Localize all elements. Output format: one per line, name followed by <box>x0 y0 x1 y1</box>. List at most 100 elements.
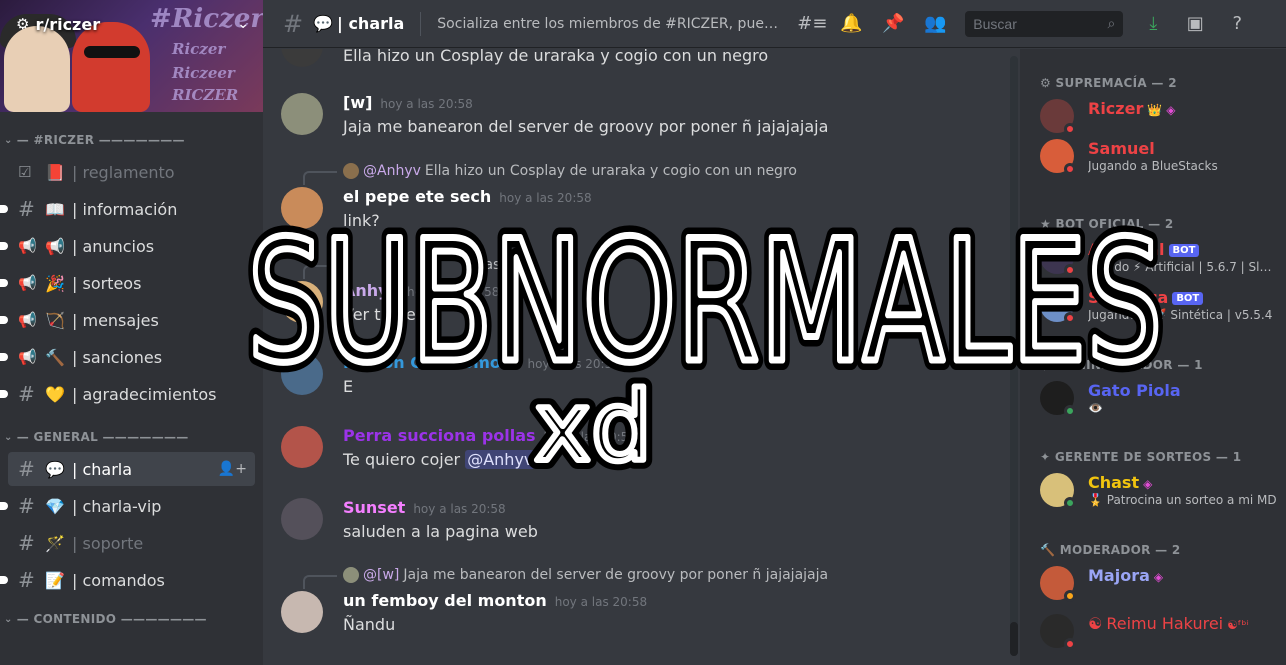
member-item[interactable]: Artificial BOT Viendo ⚡ Artificial | 5.6.… <box>1040 236 1280 280</box>
channel-charla-vip[interactable]: # 💎 | charla-vip <box>0 489 255 523</box>
message-list: Ella hizo un Cosplay de uraraka y cogio … <box>263 49 1020 665</box>
member-list-icon[interactable]: 👥 <box>923 13 947 34</box>
dnd-status-icon <box>1064 163 1076 175</box>
download-icon[interactable]: ⤓ <box>1141 13 1165 34</box>
help-icon[interactable]: ? <box>1225 13 1249 34</box>
search-input[interactable] <box>973 15 1094 32</box>
member-item[interactable]: ☯ Reimu Hakurei ☯ᶠᵇⁱ <box>1040 610 1280 654</box>
search-box[interactable]: ⌕ <box>965 10 1124 37</box>
reply-avatar <box>343 567 359 583</box>
message-body: E <box>343 377 354 396</box>
channel-topic[interactable]: Socializa entre los miembros de #RICZER,… <box>437 16 779 32</box>
reply-preview[interactable]: @Anhyv Ella hizo un Cosplay de uraraka y… <box>303 163 797 185</box>
server-name: r/riczer <box>35 14 101 34</box>
avatar[interactable] <box>281 49 323 67</box>
reply-preview[interactable]: Q asp <box>303 257 509 279</box>
author-name[interactable]: [w] <box>343 93 372 112</box>
author-name[interactable]: Anhyv <box>343 281 399 300</box>
channel-sorteos[interactable]: 📢 🎉 | sorteos <box>0 266 255 300</box>
member-item[interactable]: Riczer 👑 ◈ <box>1040 95 1280 139</box>
channel-label: | mensajes <box>72 310 159 330</box>
channel-label: | sanciones <box>72 347 163 367</box>
avatar[interactable] <box>281 498 323 540</box>
channel-label: | agradecimientos <box>72 384 217 404</box>
channel-reglamento[interactable]: ☑ 📕 | reglamento <box>8 155 255 189</box>
channel-agradecimientos[interactable]: # 💛 | agradecimientos <box>0 377 255 411</box>
member-name: Majora ◈ <box>1088 566 1164 585</box>
category-general[interactable]: ⌄ — GENERAL ——————— <box>0 425 263 449</box>
avatar[interactable] <box>281 591 323 633</box>
member-item[interactable]: Samuel Jugando a BlueStacks <box>1040 135 1280 179</box>
member-item[interactable]: Majora ◈ <box>1040 562 1280 606</box>
hash-icon: # <box>18 531 35 555</box>
user-mention[interactable]: @Anhyv <box>465 450 536 469</box>
nitro-boost-icon: ◈ <box>1143 477 1153 491</box>
role-header: ◆ ADMINISTRADOR — 1 <box>1040 358 1203 372</box>
category-contenido[interactable]: ⌄ — CONTENIDO ——————— <box>0 607 263 631</box>
hash-icon: # <box>283 9 304 38</box>
message-scrollbar[interactable] <box>1010 56 1018 656</box>
member-item[interactable]: Chast ◈ 🎖️ Patrocina un sorteo a mi MD <box>1040 469 1280 513</box>
scrollbar-thumb[interactable] <box>1010 622 1018 656</box>
role-header: ★ BOT OFICIAL — 2 <box>1040 217 1174 231</box>
nitro-boost-icon: ◈ <box>1153 570 1164 584</box>
message-body: link? <box>343 211 380 230</box>
online-status-icon <box>1064 405 1076 417</box>
channel-charla[interactable]: # 💬 | charla 👤+ <box>8 452 255 486</box>
avatar[interactable] <box>281 93 323 135</box>
avatar[interactable] <box>281 187 323 229</box>
reply-preview[interactable]: @[w] Jaja me banearon del server de groo… <box>303 567 829 589</box>
bot-tag: BOT <box>1172 292 1204 305</box>
channel-sanciones[interactable]: 📢 🔨 | sanciones <box>0 340 255 374</box>
threads-icon[interactable]: #≡ <box>797 13 827 34</box>
channel-soporte[interactable]: # 🪄 | soporte <box>8 526 255 560</box>
avatar[interactable] <box>281 353 323 395</box>
message-body: Te quiero cojer @Anhyv <box>343 450 536 469</box>
channel-informacion[interactable]: # 📖 | información <box>0 192 255 226</box>
reply-text: Jaja me banearon del server de groovy po… <box>403 567 829 583</box>
author-name[interactable]: un femboy del monton <box>343 591 547 610</box>
unread-dot <box>0 205 8 213</box>
member-activity: 👁️ <box>1088 401 1103 415</box>
crown-icon: 👑 <box>1147 103 1163 117</box>
unread-dot <box>0 316 8 324</box>
chevron-down-icon[interactable]: ⌄ <box>237 16 249 32</box>
unread-dot <box>0 576 8 584</box>
invite-icon[interactable]: 👤+ <box>218 461 247 477</box>
avatar[interactable] <box>281 426 323 468</box>
avatar[interactable] <box>281 281 323 323</box>
channel-sidebar: #Riczer Riczer Riczeer RICZER ⚙ r/riczer… <box>0 0 263 665</box>
chevron-icon: ⌄ <box>4 134 13 146</box>
member-activity: 🎖️ Patrocina un sorteo a mi MD <box>1088 493 1277 507</box>
author-name[interactable]: el pepe ete sech <box>343 187 491 206</box>
member-name: Sintética BOT <box>1088 288 1204 307</box>
inbox-icon[interactable]: ▣ <box>1183 13 1207 34</box>
message-body: Jaja me banearon del server de groovy po… <box>343 117 829 136</box>
member-activity: Viendo ⚡ Artificial | 5.6.7 | Slash <box>1088 260 1278 274</box>
channel-comandos[interactable]: # 📝 | comandos <box>0 563 255 597</box>
channel-mensajes[interactable]: 📢 🏹 | mensajes <box>0 303 255 337</box>
chevron-icon: ⌄ <box>4 613 13 625</box>
author-name[interactable]: Perra succiona pollas <box>343 426 536 445</box>
member-item[interactable]: Sintética BOT Jugando a 🚀 Sintética | v5.… <box>1040 284 1280 328</box>
unread-dot <box>0 279 8 287</box>
pin-icon[interactable]: 📌 <box>881 13 905 34</box>
message-body: saluden a la pagina web <box>343 522 538 541</box>
chevron-icon: ⌄ <box>4 431 13 443</box>
timestamp: hoy a las 20:58 <box>407 285 500 299</box>
bell-icon[interactable]: 🔔 <box>839 13 863 34</box>
dnd-status-icon <box>1064 264 1076 276</box>
member-item[interactable]: Gato Piola 👁️ <box>1040 377 1280 421</box>
channel-emoji-icon: 💎 <box>45 496 65 516</box>
member-activity: Jugando a BlueStacks <box>1088 159 1218 173</box>
author-name[interactable]: Sunset <box>343 498 405 517</box>
unread-dot <box>0 242 8 250</box>
category-riczer[interactable]: ⌄ — #RICZER ——————— <box>0 128 263 152</box>
server-header[interactable]: ⚙ r/riczer ⌄ <box>0 0 263 48</box>
message-body: Ver tu perfil <box>343 305 437 324</box>
member-name: Riczer 👑 ◈ <box>1088 99 1176 118</box>
channel-anuncios[interactable]: 📢 📢 | anuncios <box>0 229 255 263</box>
author-name[interactable]: Nelson Guamomoto <box>343 353 520 372</box>
hash-icon: # <box>18 197 35 221</box>
message-body: Ñandu <box>343 615 396 634</box>
